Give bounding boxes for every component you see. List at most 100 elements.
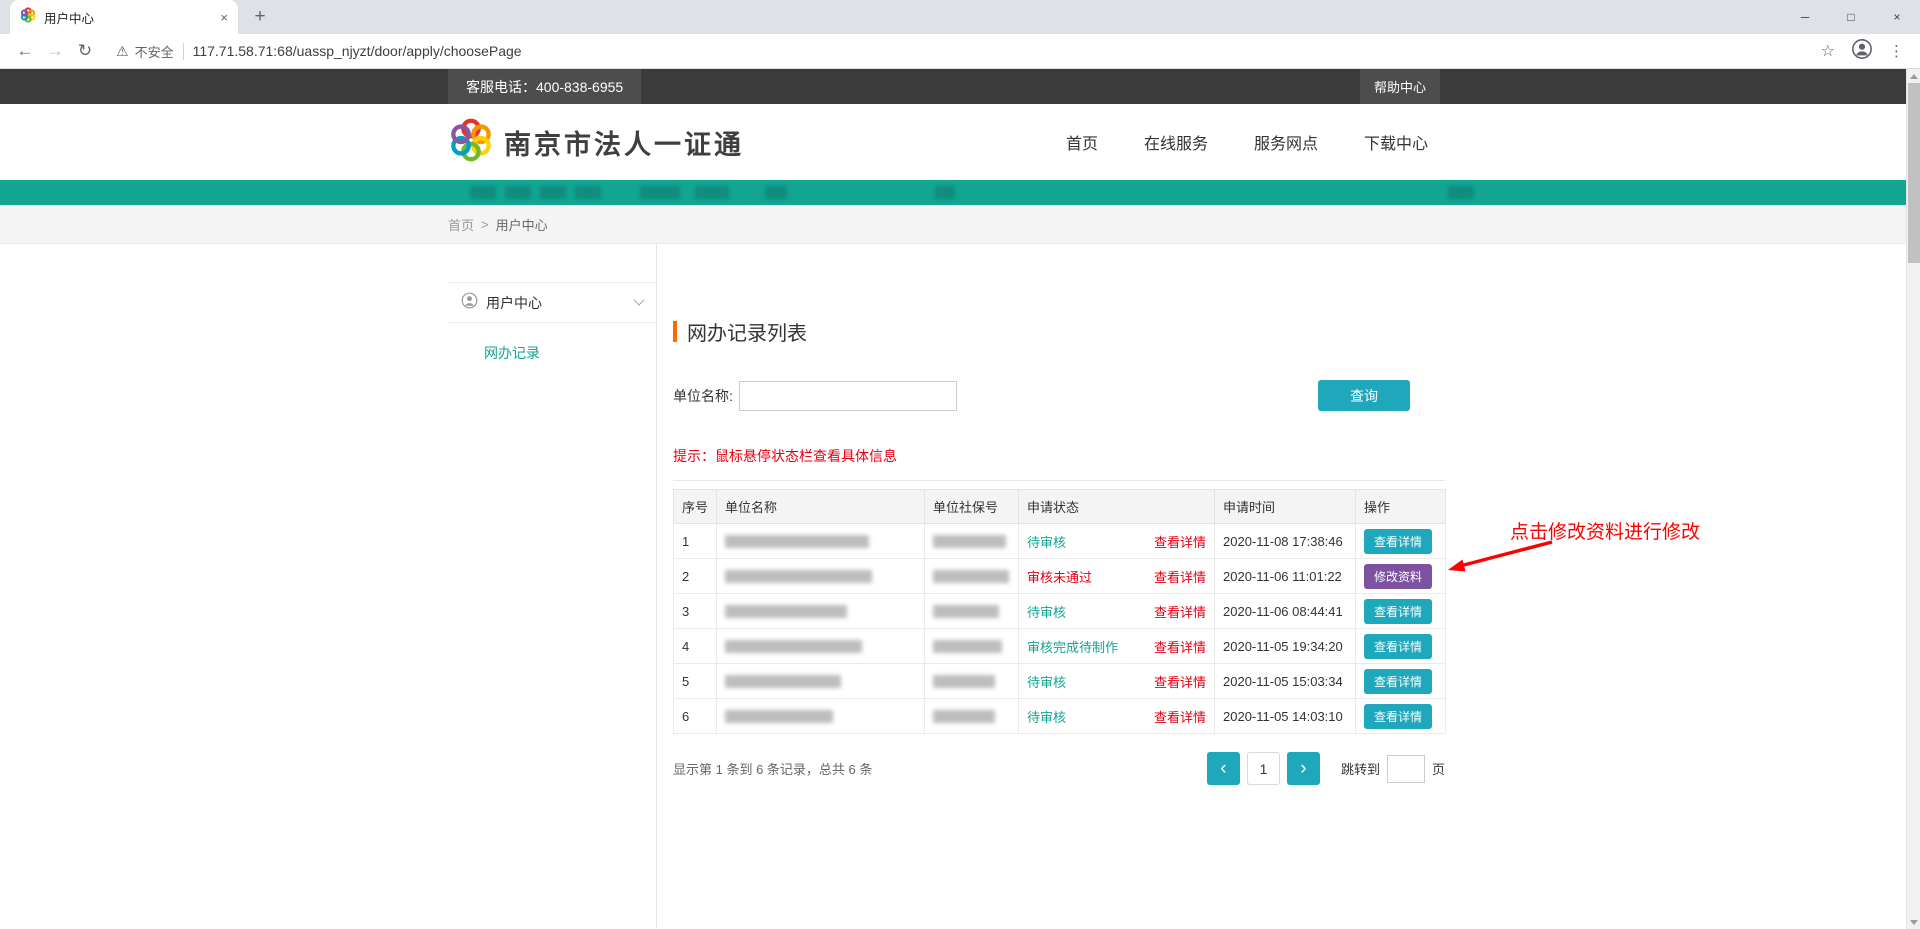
nav-item-home[interactable]: 首页 (1066, 130, 1098, 154)
browser-tab[interactable]: 用户中心 × (10, 0, 238, 34)
scrollbar-thumb[interactable] (1908, 83, 1920, 263)
row-index: 2 (674, 559, 717, 594)
sidebar-title: 用户中心 (486, 293, 627, 313)
window-minimize-button[interactable]: ─ (1782, 0, 1828, 34)
table-row: 2 审核未通过 查看详情 2020-11-06 11:01:22 修改资料 (674, 559, 1446, 594)
row-time: 2020-11-05 19:34:20 (1223, 639, 1343, 654)
redacted-company-name (725, 640, 862, 653)
tab-title: 用户中心 (44, 8, 212, 27)
scrollbar[interactable] (1906, 69, 1920, 929)
redacted-banner-block (575, 186, 601, 199)
title-accent-bar (673, 321, 677, 342)
jump-page-suffix: 页 (1432, 759, 1445, 778)
site-header: 南京市法人一证通 首页 在线服务 服务网点 下载中心 (0, 104, 1906, 180)
detail-link[interactable]: 查看详情 (1154, 567, 1206, 586)
scrollbar-up-icon[interactable] (1907, 69, 1920, 83)
nav-item-online-services[interactable]: 在线服务 (1144, 130, 1208, 154)
redacted-banner-block (505, 186, 531, 199)
table-row: 6 待审核 查看详情 2020-11-05 14:03:10 查看详情 (674, 699, 1446, 734)
browser-menu-icon[interactable]: ⋮ (1889, 42, 1904, 60)
records-summary: 显示第 1 条到 6 条记录，总共 6 条 (673, 759, 872, 778)
jump-page-input[interactable] (1387, 755, 1425, 783)
forward-icon[interactable]: → (40, 41, 70, 61)
chevron-down-icon (633, 294, 644, 305)
detail-link[interactable]: 查看详情 (1154, 672, 1206, 691)
records-panel: 网办记录列表 单位名称: 查询 提示：鼠标悬停状态栏查看具体信息 (657, 244, 1458, 928)
records-table: 序号 单位名称 单位社保号 申请状态 申请时间 操作 1 待审核 查看详情 (673, 489, 1446, 734)
url-text[interactable]: 117.71.58.71:68/uassp_njyzt/door/apply/c… (193, 43, 522, 59)
redacted-banner-block (470, 186, 496, 199)
col-ssn: 单位社保号 (925, 490, 1019, 524)
help-center-link[interactable]: 帮助中心 (1360, 69, 1440, 104)
company-name-input[interactable] (739, 381, 957, 411)
sidebar-item-online-records[interactable]: 网办记录 (484, 343, 656, 363)
back-icon[interactable]: ← (10, 41, 40, 61)
detail-link[interactable]: 查看详情 (1154, 602, 1206, 621)
window-maximize-button[interactable]: □ (1828, 0, 1874, 34)
row-index: 5 (674, 664, 717, 699)
apply-time: 2020-11-06 08:44:41 (1215, 594, 1356, 629)
address-bar: ← → ↻ ⚠ 不安全 117.71.58.71:68/uassp_njyzt/… (0, 34, 1920, 69)
security-indicator[interactable]: ⚠ 不安全 (116, 42, 174, 61)
row-action-button[interactable]: 查看详情 (1364, 634, 1432, 659)
col-status: 申请状态 (1019, 490, 1215, 524)
redacted-ssn (933, 675, 995, 688)
next-page-button[interactable]: › (1287, 752, 1320, 785)
bookmark-star-icon[interactable]: ☆ (1821, 41, 1835, 61)
tab-close-icon[interactable]: × (220, 10, 228, 25)
page-title: 网办记录列表 (687, 317, 807, 346)
breadcrumb-separator: > (481, 217, 489, 232)
url-divider (183, 43, 184, 60)
row-no: 1 (682, 534, 689, 549)
profile-avatar-icon[interactable] (1851, 38, 1873, 65)
row-action-button[interactable]: 查看详情 (1364, 669, 1432, 694)
apply-time: 2020-11-05 15:03:34 (1215, 664, 1356, 699)
window-close-button[interactable]: × (1874, 0, 1920, 34)
refresh-icon[interactable]: ↻ (70, 41, 100, 61)
status-text: 待审核 (1027, 532, 1066, 551)
detail-link[interactable]: 查看详情 (1154, 637, 1206, 656)
row-action-button[interactable]: 查看详情 (1364, 599, 1432, 624)
row-action-button[interactable]: 修改资料 (1364, 564, 1432, 589)
detail-link[interactable]: 查看详情 (1154, 707, 1206, 726)
table-body: 1 待审核 查看详情 2020-11-08 17:38:46 查看详情 2 审核… (674, 524, 1446, 734)
site-favicon-icon (20, 7, 36, 28)
col-company-name: 单位名称 (717, 490, 925, 524)
table-row: 5 待审核 查看详情 2020-11-05 15:03:34 查看详情 (674, 664, 1446, 699)
new-tab-button[interactable]: + (246, 3, 274, 31)
apply-time: 2020-11-06 11:01:22 (1215, 559, 1356, 594)
window-controls: ─ □ × (1782, 0, 1920, 34)
table-row: 4 审核完成待制作 查看详情 2020-11-05 19:34:20 查看详情 (674, 629, 1446, 664)
status-text: 审核完成待制作 (1027, 637, 1118, 656)
redacted-ssn (933, 710, 995, 723)
web-page: 客服电话：400-838-6955 帮助中心 南京市法人一证通 首页 在线服务 … (0, 69, 1906, 929)
row-no: 2 (682, 569, 689, 584)
redacted-company-name (725, 570, 872, 583)
annotation-arrow-icon (1440, 537, 1560, 579)
row-index: 1 (674, 524, 717, 559)
col-action: 操作 (1356, 490, 1446, 524)
detail-link[interactable]: 查看详情 (1154, 532, 1206, 551)
redacted-company-name (725, 535, 869, 548)
status-text: 待审核 (1027, 672, 1066, 691)
scrollbar-down-icon[interactable] (1907, 915, 1920, 929)
col-index: 序号 (674, 490, 717, 524)
row-time: 2020-11-06 11:01:22 (1223, 569, 1342, 584)
row-action-button[interactable]: 查看详情 (1364, 704, 1432, 729)
redacted-company-name (725, 710, 833, 723)
row-action-button[interactable]: 查看详情 (1364, 529, 1432, 554)
sidebar-user-center[interactable]: 用户中心 (448, 282, 656, 323)
apply-time: 2020-11-08 17:38:46 (1215, 524, 1356, 559)
redacted-ssn (933, 605, 999, 618)
col-apply-time: 申请时间 (1215, 490, 1356, 524)
redacted-ssn (933, 570, 1009, 583)
page-number-button[interactable]: 1 (1247, 752, 1280, 785)
site-logo-icon (448, 117, 494, 168)
prev-page-button[interactable]: ‹ (1207, 752, 1240, 785)
row-no: 6 (682, 709, 689, 724)
nav-item-download-center[interactable]: 下载中心 (1364, 130, 1428, 154)
nav-item-service-outlets[interactable]: 服务网点 (1254, 130, 1318, 154)
breadcrumb-home[interactable]: 首页 (448, 215, 474, 234)
query-button[interactable]: 查询 (1318, 380, 1410, 411)
redacted-banner-block (695, 186, 729, 199)
